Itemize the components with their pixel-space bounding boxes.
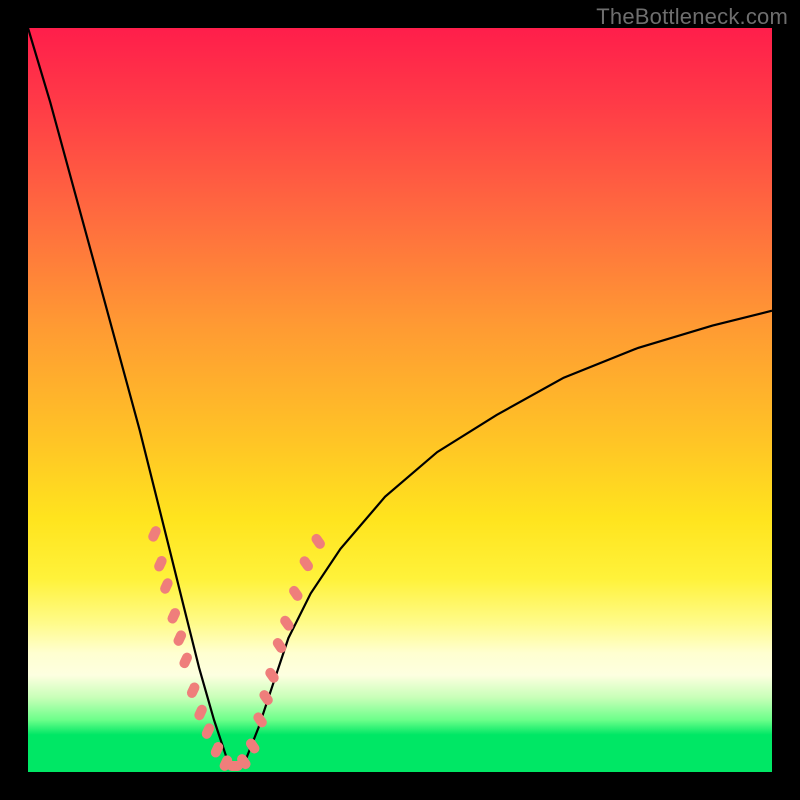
- bottleneck-curve: [28, 28, 772, 765]
- highlight-dot: [158, 577, 174, 596]
- chart-svg: [28, 28, 772, 772]
- highlight-dot: [251, 710, 268, 729]
- highlight-dot: [178, 651, 194, 670]
- highlight-dot: [166, 606, 182, 625]
- highlight-dot: [244, 737, 261, 756]
- chart-frame: TheBottleneck.com: [0, 0, 800, 800]
- highlight-dot: [310, 532, 327, 551]
- highlight-dot: [257, 688, 274, 707]
- highlight-dot: [172, 629, 188, 648]
- highlight-dot: [185, 681, 201, 700]
- highlight-dot: [200, 722, 216, 741]
- highlight-dot: [287, 584, 304, 603]
- highlight-dot: [147, 525, 163, 544]
- highlight-dot: [193, 703, 209, 722]
- watermark-text: TheBottleneck.com: [596, 4, 788, 30]
- highlight-dot: [298, 554, 315, 573]
- highlight-dot: [152, 554, 168, 573]
